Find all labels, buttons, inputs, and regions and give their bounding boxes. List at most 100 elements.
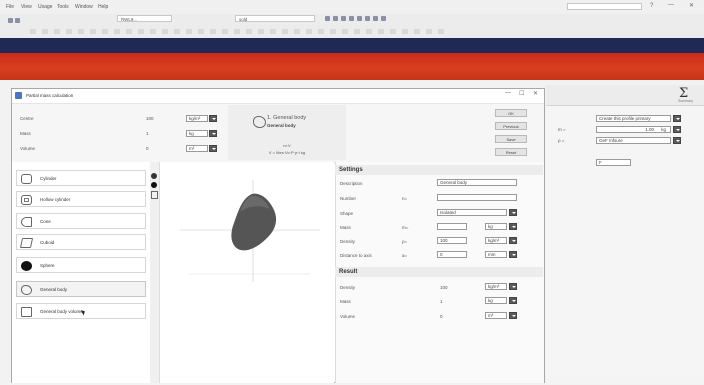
shape-hollow-cylinder[interactable]: Hollow cylinder [16, 191, 146, 207]
view-mode-icon[interactable] [151, 173, 157, 179]
description-input[interactable]: General body [437, 179, 517, 186]
tool-icon[interactable] [357, 16, 362, 21]
shaded-view-icon[interactable] [151, 182, 157, 188]
previous-button[interactable]: Previous [495, 122, 527, 130]
result-value: 1 [440, 299, 443, 304]
mass-unit-select[interactable]: kg [485, 223, 507, 230]
summary-unit-dropdown[interactable] [209, 115, 217, 122]
mass-unit-dropdown[interactable] [509, 223, 517, 230]
mass-unit: kg [661, 127, 666, 132]
sphere-icon [21, 260, 32, 271]
distance-input[interactable]: 0 [437, 251, 467, 258]
tool-icon[interactable] [349, 16, 354, 21]
setting-symbol: ρ= [402, 239, 408, 244]
ok-button[interactable]: OK [495, 109, 527, 117]
open-icon[interactable] [15, 18, 20, 23]
menu-window[interactable]: Window [75, 4, 93, 10]
ribbon-banner [0, 53, 704, 80]
number-input[interactable] [437, 194, 517, 201]
menu-bar: File View Usage Tools Window Help ? — ✕ [0, 0, 704, 14]
dialog-title: Partial mass calculation [26, 93, 74, 98]
shape-general-body[interactable]: General body [16, 281, 146, 297]
shape-sphere[interactable]: Sphere [16, 257, 146, 273]
tool-icon[interactable] [333, 16, 338, 21]
close-app-icon[interactable]: ✕ [689, 2, 694, 9]
zoom-icon[interactable] [151, 191, 158, 199]
shape-label: Hollow cylinder [40, 197, 71, 202]
extra-field[interactable]: F [596, 159, 631, 166]
reset-button[interactable]: Reset [495, 148, 527, 156]
general-body-icon [21, 284, 32, 295]
tool-icon[interactable] [373, 16, 378, 21]
summary-label: Volume [20, 146, 36, 151]
density-unit-select[interactable]: kg/m³ [485, 237, 507, 244]
setting-label: Density [340, 239, 356, 244]
mass-dropdown[interactable] [673, 126, 681, 133]
result-unit-select[interactable]: kg/m³ [485, 283, 507, 290]
save-button[interactable]: Save [495, 135, 527, 143]
profile-dropdown[interactable] [673, 115, 681, 122]
summary-label: Summary [678, 99, 693, 103]
menu-view[interactable]: View [21, 4, 32, 10]
result-unit-dropdown[interactable] [509, 297, 517, 304]
summary-unit-select[interactable]: m³ [186, 145, 208, 152]
distance-unit-select[interactable]: mm [485, 251, 507, 258]
tool-icon[interactable] [325, 16, 330, 21]
quick-search[interactable] [567, 3, 642, 10]
result-unit-select[interactable]: m³ [485, 312, 507, 319]
setting-label: Mass [340, 225, 351, 230]
result-label: Density [340, 285, 356, 290]
find-field[interactable]: sold [235, 15, 315, 22]
help-icon[interactable]: ? [650, 3, 653, 9]
setting-label: Description [340, 181, 363, 186]
setting-label: Distance to axis [340, 253, 372, 258]
shape-dropdown[interactable] [509, 209, 517, 216]
preview-canvas [180, 180, 320, 282]
shape-select[interactable]: Isolated [437, 209, 507, 216]
tool-icon[interactable] [381, 16, 386, 21]
mass-field[interactable]: 1.00 kg [596, 126, 671, 133]
density-unit-dropdown[interactable] [509, 237, 517, 244]
menu-help[interactable]: Help [98, 4, 108, 10]
tool-icon[interactable] [341, 16, 346, 21]
dialog-maximize-icon[interactable]: ☐ [519, 90, 524, 97]
summary-value: 1 [146, 131, 149, 136]
distance-unit-dropdown[interactable] [509, 251, 517, 258]
density-label: ρ = [558, 138, 565, 143]
tool-icon[interactable] [365, 16, 370, 21]
summary-unit-select[interactable]: kg [186, 130, 208, 137]
result-unit-dropdown[interactable] [509, 312, 517, 319]
general-body-volume-icon [21, 306, 32, 317]
shape-cuboid[interactable]: Cuboid [16, 234, 146, 250]
selected-body-card: 1. General body General body m·V V = Mes… [228, 105, 346, 160]
profile-field[interactable]: Create this profile primary [596, 115, 671, 122]
setting-label: Shape [340, 211, 354, 216]
result-unit-select[interactable]: kg [485, 297, 507, 304]
dialog-minimize-icon[interactable]: — [505, 90, 511, 96]
body-shape-icon [253, 116, 266, 128]
menu-tools[interactable]: Tools [57, 4, 69, 10]
dialog-close-icon[interactable]: ✕ [533, 90, 538, 97]
toolbar: RWL9... sold [0, 14, 704, 38]
density-dropdown[interactable] [673, 137, 681, 144]
minimize-app-icon[interactable]: — [668, 2, 674, 8]
setting-symbol: a= [402, 253, 408, 258]
mass-input[interactable] [437, 223, 467, 230]
summary-value: 100 [146, 116, 154, 121]
standard-combo[interactable]: RWL9... [117, 15, 172, 22]
result-unit-dropdown[interactable] [509, 283, 517, 290]
shape-cylinder[interactable]: Cylinder [16, 170, 146, 186]
summary-unit-dropdown[interactable] [209, 130, 217, 137]
menu-usage[interactable]: Usage [38, 4, 52, 10]
result-value: 100 [440, 285, 448, 290]
density-input[interactable]: 100 [437, 237, 467, 244]
shape-cone[interactable]: Cone [16, 213, 146, 229]
summary-unit-dropdown[interactable] [209, 145, 217, 152]
cone-icon [21, 216, 32, 227]
summary-unit-select[interactable]: kg/m³ [186, 115, 208, 122]
new-icon[interactable] [8, 18, 13, 23]
result-value: 0 [440, 314, 443, 319]
menu-file[interactable]: File [6, 4, 14, 10]
density-field[interactable]: GeF mfsure [596, 137, 671, 144]
summary-label: Centre [20, 116, 34, 121]
